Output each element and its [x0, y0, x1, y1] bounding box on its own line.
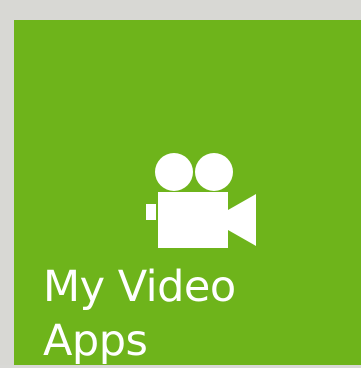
tile-label: My Video Apps [43, 260, 236, 368]
tile-label-line1: My Video [43, 262, 236, 312]
my-video-apps-tile[interactable]: My Video Apps [14, 20, 361, 368]
tile-label-line2: Apps [43, 316, 148, 366]
video-camera-icon [146, 153, 256, 248]
screen-background: My Video Apps [0, 0, 361, 368]
